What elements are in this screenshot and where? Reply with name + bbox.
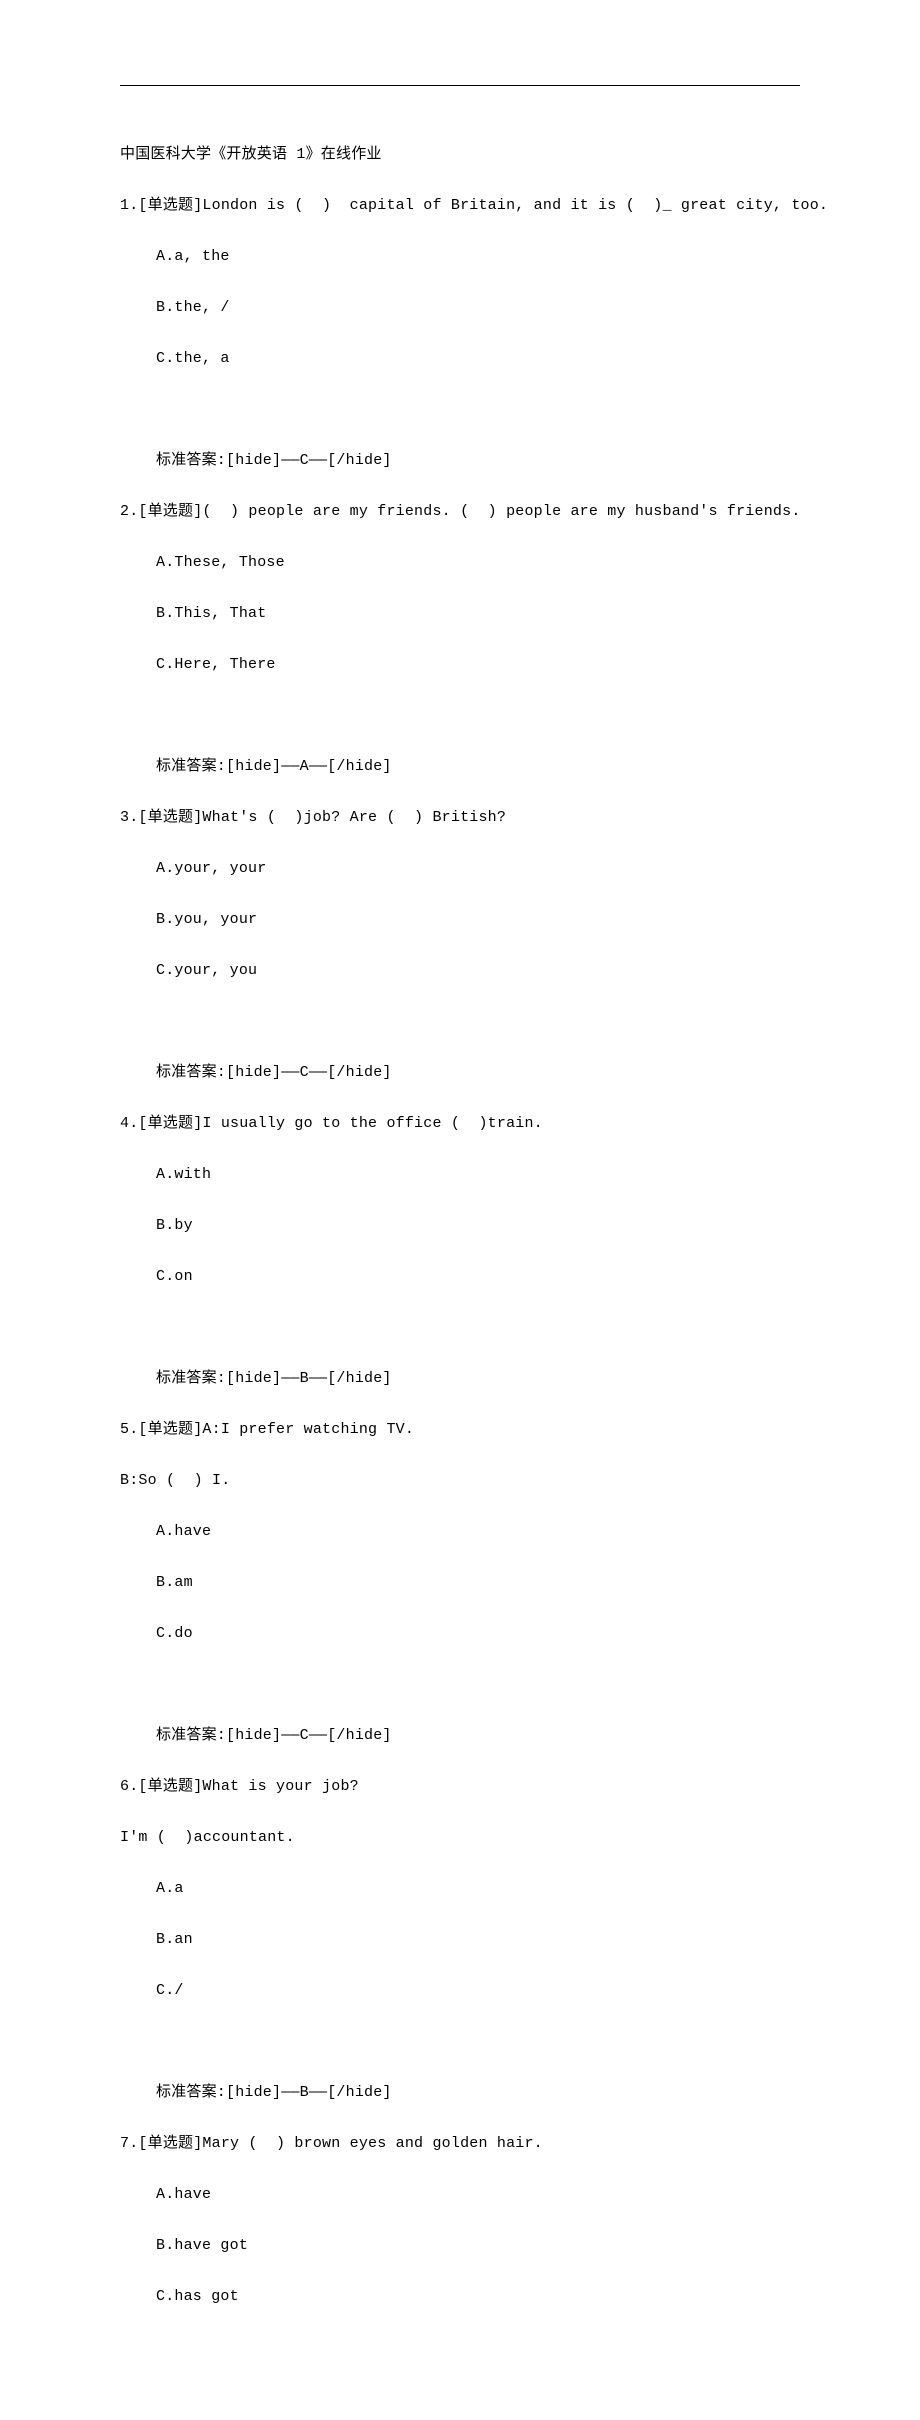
q-num: 1 bbox=[120, 197, 129, 214]
option-b: B.by bbox=[120, 1213, 800, 1239]
q-num: 3 bbox=[120, 809, 129, 826]
blank-line bbox=[120, 397, 800, 423]
q-type: [单选题] bbox=[138, 1421, 202, 1438]
option-c: C.Here, There bbox=[120, 652, 800, 678]
q-num: 7 bbox=[120, 2135, 129, 2152]
option-b: B.am bbox=[120, 1570, 800, 1596]
option-a: A.with bbox=[120, 1162, 800, 1188]
option-c: C.has got bbox=[120, 2284, 800, 2310]
q-text: London is ( ) capital of Britain, and it… bbox=[202, 197, 828, 214]
blank-line bbox=[120, 703, 800, 729]
q-text: What's ( )job? Are ( ) British? bbox=[202, 809, 506, 826]
answer-line: 标准答案:[hide]——C——[/hide] bbox=[120, 1723, 800, 1749]
question-sub: B:So ( ) I. bbox=[120, 1468, 800, 1494]
option-b: B.have got bbox=[120, 2233, 800, 2259]
q-text: ( ) people are my friends. ( ) people ar… bbox=[202, 503, 800, 520]
option-b: B.you, your bbox=[120, 907, 800, 933]
option-a: A.These, Those bbox=[120, 550, 800, 576]
option-a: A.have bbox=[120, 2182, 800, 2208]
answer-line: 标准答案:[hide]——A——[/hide] bbox=[120, 754, 800, 780]
option-a: A.your, your bbox=[120, 856, 800, 882]
q-num: 5 bbox=[120, 1421, 129, 1438]
question-stem: 1.[单选题]London is ( ) capital of Britain,… bbox=[120, 193, 800, 219]
q-type: [单选题] bbox=[138, 197, 202, 214]
blank-line bbox=[120, 1315, 800, 1341]
q-text: I usually go to the office ( )train. bbox=[202, 1115, 542, 1132]
option-a: A.a, the bbox=[120, 244, 800, 270]
option-c: C.the, a bbox=[120, 346, 800, 372]
question-stem: 5.[单选题]A:I prefer watching TV. bbox=[120, 1417, 800, 1443]
option-c: C.do bbox=[120, 1621, 800, 1647]
question-stem: 7.[单选题]Mary ( ) brown eyes and golden ha… bbox=[120, 2131, 800, 2157]
answer-line: 标准答案:[hide]——B——[/hide] bbox=[120, 1366, 800, 1392]
q-type: [单选题] bbox=[138, 1115, 202, 1132]
question-stem: 4.[单选题]I usually go to the office ( )tra… bbox=[120, 1111, 800, 1137]
horizontal-rule bbox=[120, 85, 800, 86]
q-num: 6 bbox=[120, 1778, 129, 1795]
q-text: What is your job? bbox=[202, 1778, 358, 1795]
option-b: B.This, That bbox=[120, 601, 800, 627]
blank-line bbox=[120, 1009, 800, 1035]
q-type: [单选题] bbox=[138, 2135, 202, 2152]
q-num: 2 bbox=[120, 503, 129, 520]
option-a: A.a bbox=[120, 1876, 800, 1902]
q-type: [单选题] bbox=[138, 809, 202, 826]
q-num: 4 bbox=[120, 1115, 129, 1132]
question-stem: 6.[单选题]What is your job? bbox=[120, 1774, 800, 1800]
option-c: C.your, you bbox=[120, 958, 800, 984]
answer-line: 标准答案:[hide]——B——[/hide] bbox=[120, 2080, 800, 2106]
option-c: C.on bbox=[120, 1264, 800, 1290]
option-b: B.the, / bbox=[120, 295, 800, 321]
document-page: 中国医科大学《开放英语 1》在线作业 1.[单选题]London is ( ) … bbox=[0, 0, 920, 2420]
answer-line: 标准答案:[hide]——C——[/hide] bbox=[120, 448, 800, 474]
question-stem: 3.[单选题]What's ( )job? Are ( ) British? bbox=[120, 805, 800, 831]
question-sub: I'm ( )accountant. bbox=[120, 1825, 800, 1851]
option-a: A.have bbox=[120, 1519, 800, 1545]
q-text: A:I prefer watching TV. bbox=[202, 1421, 414, 1438]
document-body: 中国医科大学《开放英语 1》在线作业 1.[单选题]London is ( ) … bbox=[120, 116, 800, 2360]
blank-line bbox=[120, 1672, 800, 1698]
q-text: Mary ( ) brown eyes and golden hair. bbox=[202, 2135, 542, 2152]
blank-line bbox=[120, 2029, 800, 2055]
q-type: [单选题] bbox=[138, 503, 202, 520]
answer-line: 标准答案:[hide]——C——[/hide] bbox=[120, 1060, 800, 1086]
q-type: [单选题] bbox=[138, 1778, 202, 1795]
option-b: B.an bbox=[120, 1927, 800, 1953]
page-title: 中国医科大学《开放英语 1》在线作业 bbox=[120, 142, 800, 168]
question-stem: 2.[单选题]( ) people are my friends. ( ) pe… bbox=[120, 499, 800, 525]
option-c: C./ bbox=[120, 1978, 800, 2004]
